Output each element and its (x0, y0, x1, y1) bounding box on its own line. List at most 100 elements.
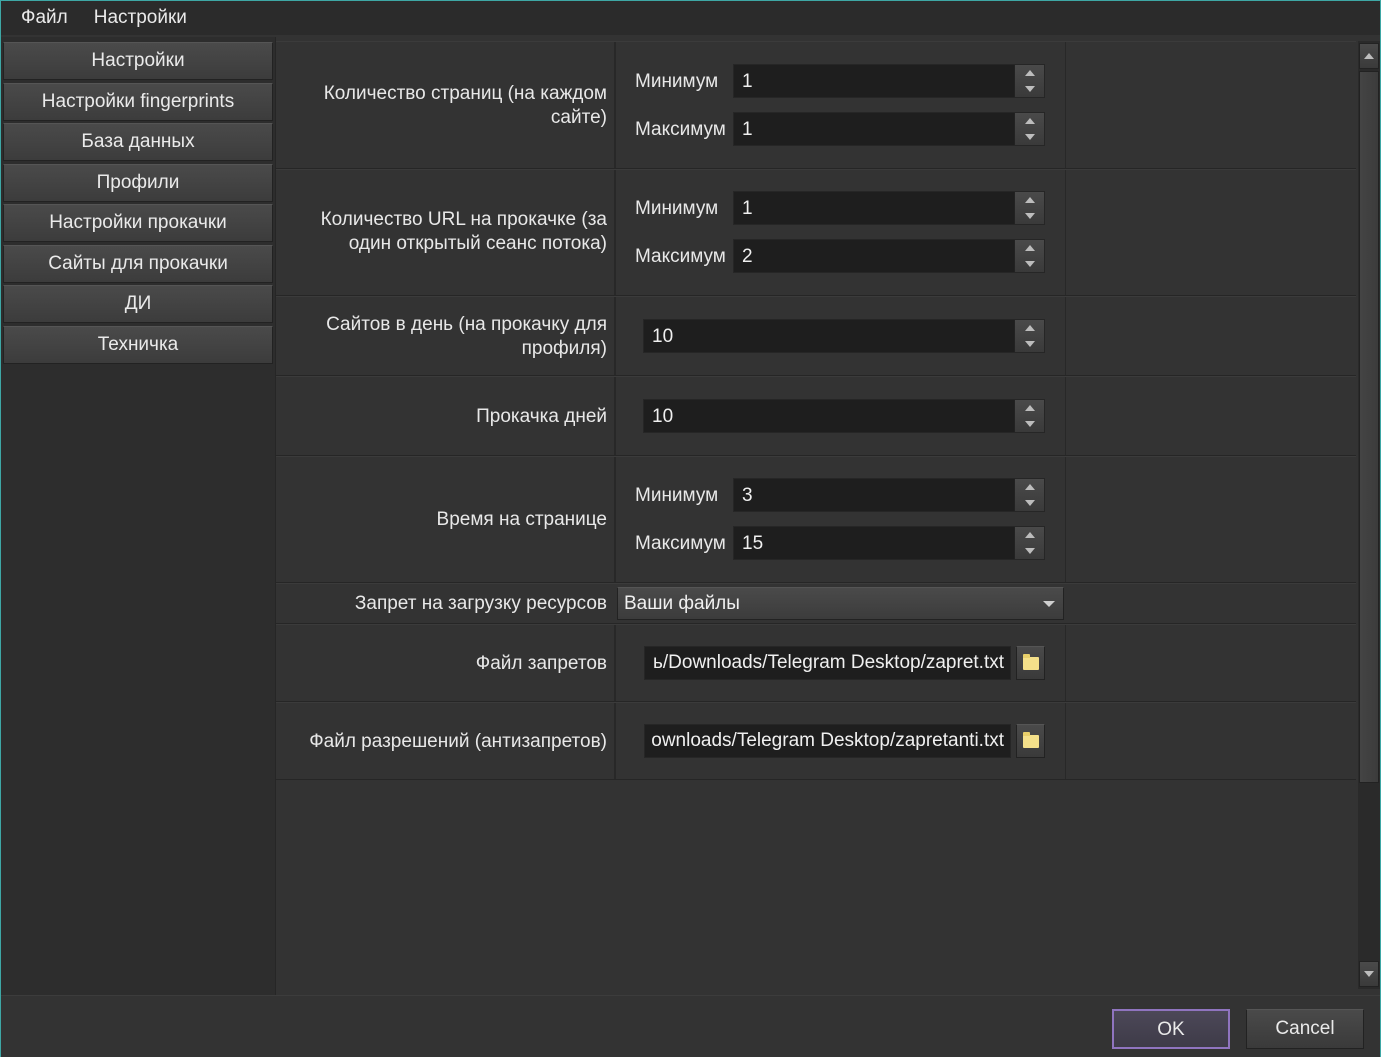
spin-up-icon[interactable] (1015, 479, 1044, 495)
spin-down-icon[interactable] (1015, 543, 1044, 559)
spin-up-icon[interactable] (1015, 192, 1044, 208)
column-divider (1065, 42, 1066, 168)
spin-up-icon[interactable] (1015, 65, 1044, 81)
pages-max-spinbox[interactable]: 1 (733, 112, 1045, 146)
sidebar-item-fingerprints[interactable]: Настройки fingerprints (3, 83, 273, 121)
boost-days-value: 10 (652, 406, 674, 427)
urls-max-spinbox[interactable]: 2 (733, 239, 1045, 273)
urls-min-spinbox[interactable]: 1 (733, 191, 1045, 225)
urls-min-label: Минимум (635, 198, 719, 219)
spin-up-icon[interactable] (1015, 527, 1044, 543)
allow-file-path-input[interactable]: ownloads/Telegram Desktop/zapretanti.txt (644, 724, 1011, 758)
sites-per-day-label: Сайтов в день (на прокачку для профиля) (326, 314, 607, 359)
spin-down-icon[interactable] (1015, 81, 1044, 97)
time-max-label: Максимум (635, 533, 726, 554)
column-divider (1065, 625, 1066, 701)
column-divider (614, 703, 616, 779)
column-divider (614, 457, 616, 582)
resource-block-combobox[interactable]: Ваши файлы (617, 587, 1064, 620)
time-max-value: 15 (742, 533, 764, 554)
row-allow-file: Файл разрешений (антизапретов) ownloads/… (276, 702, 1356, 780)
column-divider (1065, 377, 1066, 455)
column-divider (1065, 170, 1066, 295)
scroll-down-button[interactable] (1359, 961, 1379, 987)
sidebar-item-profiles[interactable]: Профили (3, 164, 273, 202)
spin-up-icon[interactable] (1015, 320, 1044, 336)
scroll-up-button[interactable] (1359, 43, 1379, 69)
time-min-spinbox[interactable]: 3 (733, 478, 1045, 512)
pages-max-value: 1 (742, 119, 753, 140)
sidebar-item-boost-settings[interactable]: Настройки прокачки (3, 204, 273, 242)
ban-file-browse-button[interactable] (1016, 646, 1045, 680)
row-resource-block: Запрет на загрузку ресурсов Ваши файлы (276, 583, 1356, 624)
column-divider (1065, 703, 1066, 779)
urls-min-value: 1 (742, 198, 753, 219)
allow-file-label: Файл разрешений (антизапретов) (309, 731, 607, 752)
column-divider (1065, 297, 1066, 375)
ban-file-path: ь/Downloads/Telegram Desktop/zapret.txt (653, 652, 1004, 673)
resource-block-value: Ваши файлы (624, 593, 740, 614)
spin-down-icon[interactable] (1015, 495, 1044, 511)
sidebar-item-boost-sites[interactable]: Сайты для прокачки (3, 245, 273, 283)
folder-icon (1022, 731, 1039, 748)
spin-up-icon[interactable] (1015, 400, 1044, 416)
urls-max-label: Максимум (635, 246, 726, 267)
sites-per-day-value: 10 (652, 326, 674, 347)
urls-max-value: 2 (742, 246, 753, 267)
menu-settings[interactable]: Настройки (81, 1, 200, 35)
chevron-down-icon (1043, 601, 1055, 607)
pages-max-label: Максимум (635, 119, 726, 140)
sites-per-day-spinbox[interactable]: 10 (643, 319, 1045, 353)
sidebar-item-di[interactable]: ДИ (3, 285, 273, 323)
arrow-up-icon (1364, 53, 1374, 59)
pages-min-value: 1 (742, 71, 753, 92)
allow-file-browse-button[interactable] (1016, 724, 1045, 758)
settings-form: Количество страниц (на каждом сайте) Мин… (276, 37, 1356, 995)
pages-min-spinbox[interactable]: 1 (733, 64, 1045, 98)
cancel-button[interactable]: Cancel (1246, 1009, 1364, 1049)
menu-bar: Файл Настройки (1, 1, 1380, 35)
boost-days-spinbox[interactable]: 10 (643, 399, 1045, 433)
row-boost-days: Прокачка дней 10 (276, 376, 1356, 456)
spin-down-icon[interactable] (1015, 208, 1044, 224)
row-pages-per-site: Количество страниц (на каждом сайте) Мин… (276, 41, 1356, 169)
settings-window: Файл Настройки Настройки Настройки finge… (0, 0, 1381, 1057)
allow-file-path: ownloads/Telegram Desktop/zapretanti.txt (651, 730, 1004, 751)
time-max-spinbox[interactable]: 15 (733, 526, 1045, 560)
folder-icon (1022, 653, 1039, 670)
time-min-label: Минимум (635, 485, 719, 506)
arrow-down-icon (1364, 971, 1374, 977)
sidebar-item-technical[interactable]: Техничка (3, 326, 273, 364)
row-ban-file: Файл запретов ь/Downloads/Telegram Deskt… (276, 624, 1356, 702)
spin-down-icon[interactable] (1015, 256, 1044, 272)
spin-down-icon[interactable] (1015, 336, 1044, 352)
sidebar: Настройки Настройки fingerprints База да… (1, 37, 276, 995)
spin-down-icon[interactable] (1015, 129, 1044, 145)
pages-min-label: Минимум (635, 71, 719, 92)
ban-file-path-input[interactable]: ь/Downloads/Telegram Desktop/zapret.txt (644, 646, 1011, 680)
sidebar-item-settings[interactable]: Настройки (3, 42, 273, 80)
scrollbar-thumb[interactable] (1359, 71, 1379, 783)
row-urls-per-session: Количество URL на прокачке (за один откр… (276, 169, 1356, 296)
vertical-scrollbar[interactable] (1358, 41, 1380, 989)
column-divider (614, 297, 616, 375)
column-divider (1065, 457, 1066, 582)
column-divider (614, 377, 616, 455)
column-divider (614, 42, 616, 168)
spin-up-icon[interactable] (1015, 113, 1044, 129)
boost-days-label: Прокачка дней (476, 406, 607, 427)
ban-file-label: Файл запретов (475, 653, 607, 674)
row-sites-per-day: Сайтов в день (на прокачку для профиля) … (276, 296, 1356, 376)
column-divider (614, 170, 616, 295)
urls-per-session-label: Количество URL на прокачке (за один откр… (320, 209, 607, 254)
sidebar-item-database[interactable]: База данных (3, 123, 273, 161)
resource-block-label: Запрет на загрузку ресурсов (354, 593, 607, 614)
spin-up-icon[interactable] (1015, 240, 1044, 256)
spin-down-icon[interactable] (1015, 416, 1044, 432)
dialog-button-bar: OK Cancel (1, 995, 1380, 1057)
time-on-page-label: Время на странице (436, 509, 607, 530)
pages-per-site-label: Количество страниц (на каждом сайте) (323, 83, 607, 128)
ok-button[interactable]: OK (1112, 1009, 1230, 1049)
column-divider (614, 625, 616, 701)
menu-file[interactable]: Файл (1, 1, 81, 35)
